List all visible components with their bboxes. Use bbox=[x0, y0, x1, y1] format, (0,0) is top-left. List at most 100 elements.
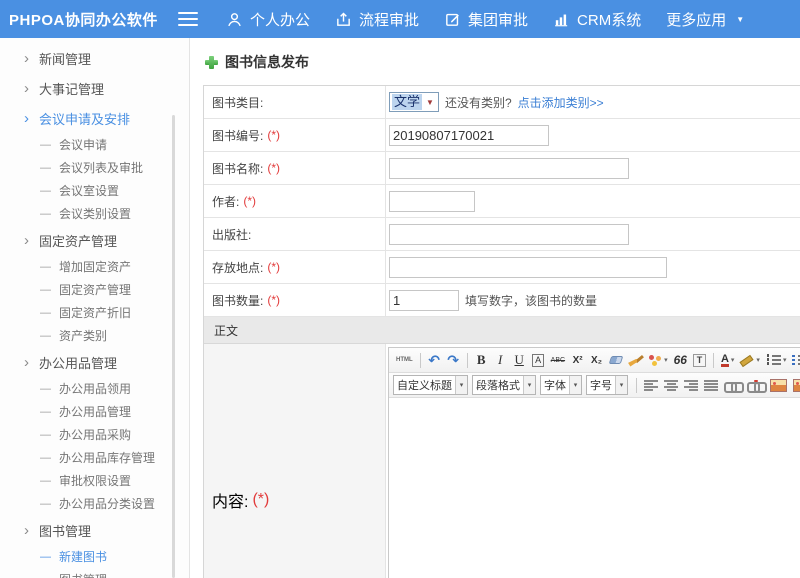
dash-icon: — bbox=[40, 139, 51, 151]
font-style-button[interactable]: A bbox=[530, 351, 547, 370]
nav-more-apps[interactable]: 更多应用 ▼ bbox=[662, 9, 748, 30]
dash-icon: — bbox=[40, 261, 51, 273]
book-name-input[interactable] bbox=[389, 158, 629, 179]
paint-format-button[interactable]: ▾ bbox=[646, 351, 670, 370]
author-input[interactable] bbox=[389, 191, 475, 212]
ordered-list-button[interactable]: ▾ bbox=[764, 351, 789, 370]
sidebar-item-label: 办公用品库存管理 bbox=[59, 449, 155, 466]
font-family-select[interactable]: 字体▾ bbox=[540, 375, 582, 395]
add-category-link[interactable]: 点击添加类别>> bbox=[518, 94, 604, 111]
form-row-location: 存放地点: (*) bbox=[204, 251, 800, 284]
sidebar-item[interactable]: ›会议申请及安排 bbox=[0, 103, 189, 133]
nav-process-approval[interactable]: 流程审批 bbox=[331, 9, 423, 30]
sidebar-item[interactable]: ›图书管理 bbox=[0, 515, 189, 545]
sidebar-item[interactable]: ›办公用品管理 bbox=[0, 347, 189, 377]
category-select[interactable]: 文学 ▼ bbox=[389, 92, 439, 112]
sidebar-menu: ›新闻管理›大事记管理›会议申请及安排—会议申请—会议列表及审批—会议室设置—会… bbox=[0, 43, 189, 578]
location-label: 存放地点: bbox=[212, 259, 263, 276]
bar-chart-icon bbox=[553, 11, 570, 28]
superscript-button[interactable]: X² bbox=[569, 351, 586, 370]
sidebar-item[interactable]: —会议类别设置 bbox=[0, 202, 189, 225]
font-size-select[interactable]: 字号▾ bbox=[586, 375, 628, 395]
sidebar-item[interactable]: ›大事记管理 bbox=[0, 73, 189, 103]
location-input[interactable] bbox=[389, 257, 667, 278]
sidebar-item[interactable]: —固定资产折旧 bbox=[0, 301, 189, 324]
required-mark: (*) bbox=[267, 128, 280, 142]
app-window: PHPOA协同办公软件 个人办公流程审批集团审批CRM系统更多应用▼ ›新闻管理… bbox=[0, 0, 800, 578]
strikethrough-button[interactable]: ABC bbox=[549, 351, 567, 370]
book-no-input[interactable] bbox=[389, 125, 549, 146]
redo-button[interactable]: ↷ bbox=[445, 351, 462, 370]
select-label: 自定义标题 bbox=[394, 377, 455, 393]
chevron-down-icon: ▼ bbox=[736, 15, 744, 24]
sidebar-item[interactable]: —图书管理 bbox=[0, 568, 189, 578]
insert-image-icon bbox=[793, 379, 800, 392]
toolbar-separator bbox=[713, 353, 714, 368]
sidebar-item[interactable]: —资产类别 bbox=[0, 324, 189, 347]
sidebar-item-label: 大事记管理 bbox=[39, 79, 104, 98]
clear-format-button[interactable] bbox=[626, 351, 644, 370]
sidebar-item-label: 审批权限设置 bbox=[59, 472, 131, 489]
paste-plain-button[interactable] bbox=[691, 351, 708, 370]
unlink-button[interactable] bbox=[745, 376, 766, 395]
sidebar-item[interactable]: —办公用品管理 bbox=[0, 400, 189, 423]
underline-button[interactable]: U bbox=[511, 351, 528, 370]
topbar-nav: 个人办公流程审批集团审批 CRM系统更多应用 ▼ bbox=[222, 9, 748, 30]
link-button[interactable] bbox=[722, 376, 743, 395]
dash-icon: — bbox=[40, 185, 51, 197]
sidebar-item-label: 图书管理 bbox=[39, 521, 91, 540]
publisher-label: 出版社: bbox=[212, 226, 251, 243]
italic-icon: I bbox=[498, 352, 502, 368]
quantity-input[interactable] bbox=[389, 290, 459, 311]
eraser-button[interactable] bbox=[607, 351, 624, 370]
sidebar-item[interactable]: —审批权限设置 bbox=[0, 469, 189, 492]
highlight-color-button[interactable]: ▾ bbox=[738, 351, 762, 370]
form-row-quantity: 图书数量: (*) 填写数字，该图书的数量 bbox=[204, 284, 800, 317]
content-label: 内容: bbox=[212, 488, 248, 512]
align-right-button[interactable] bbox=[682, 376, 700, 395]
subscript-button[interactable]: X₂ bbox=[588, 351, 605, 370]
sidebar-item[interactable]: —固定资产管理 bbox=[0, 278, 189, 301]
blockquote-button[interactable]: 66 bbox=[672, 351, 689, 370]
align-center-button[interactable] bbox=[662, 376, 680, 395]
nav-crm-system[interactable]: CRM系统 bbox=[549, 9, 645, 30]
book-form: 图书类目: 文学 ▼ 还没有类别? 点击添加类别>> 图书编号: (*) bbox=[203, 85, 800, 578]
bold-button[interactable]: B bbox=[473, 351, 490, 370]
paragraph-format-select[interactable]: 段落格式▾ bbox=[472, 375, 536, 395]
required-mark: (*) bbox=[267, 293, 280, 307]
hamburger-menu-icon[interactable] bbox=[178, 12, 198, 26]
redo-icon: ↷ bbox=[447, 353, 459, 367]
editor-toolbar-row1: HTML↶↷BIUAABCX²X₂▾66A▾▾▾▾ bbox=[389, 348, 800, 373]
sidebar-item[interactable]: —办公用品领用 bbox=[0, 377, 189, 400]
align-left-button[interactable] bbox=[642, 376, 660, 395]
font-color-button[interactable]: A▾ bbox=[719, 351, 736, 370]
nav-personal-office[interactable]: 个人办公 bbox=[222, 9, 314, 30]
sidebar-item[interactable]: —会议申请 bbox=[0, 133, 189, 156]
html-source-button[interactable]: HTML bbox=[394, 351, 415, 370]
sidebar-item[interactable]: —办公用品采购 bbox=[0, 423, 189, 446]
dash-icon: — bbox=[40, 551, 51, 563]
sidebar-item[interactable]: —新建图书 bbox=[0, 545, 189, 568]
toolbar-separator bbox=[636, 378, 637, 393]
sidebar-item[interactable]: —会议列表及审批 bbox=[0, 156, 189, 179]
sidebar-item[interactable]: ›固定资产管理 bbox=[0, 225, 189, 255]
unordered-list-button[interactable]: ▾ bbox=[790, 351, 800, 370]
custom-title-select[interactable]: 自定义标题▾ bbox=[393, 375, 468, 395]
italic-button[interactable]: I bbox=[492, 351, 509, 370]
nav-label: 更多应用 bbox=[666, 9, 726, 30]
undo-button[interactable]: ↶ bbox=[426, 351, 443, 370]
sidebar-item[interactable]: ›新闻管理 bbox=[0, 43, 189, 73]
sidebar-item[interactable]: —办公用品库存管理 bbox=[0, 446, 189, 469]
sidebar-scrollbar[interactable] bbox=[172, 115, 175, 578]
publisher-input[interactable] bbox=[389, 224, 629, 245]
sidebar-item[interactable]: —会议室设置 bbox=[0, 179, 189, 202]
form-row-author: 作者: (*) bbox=[204, 185, 800, 218]
image-button[interactable] bbox=[768, 376, 789, 395]
sidebar-item[interactable]: —增加固定资产 bbox=[0, 255, 189, 278]
nav-group-approval[interactable]: 集团审批 bbox=[440, 9, 532, 30]
insert-image-button[interactable] bbox=[791, 376, 800, 395]
dash-icon: — bbox=[40, 574, 51, 578]
editor-content-area[interactable] bbox=[389, 398, 800, 578]
justify-button[interactable] bbox=[702, 376, 720, 395]
sidebar-item[interactable]: —办公用品分类设置 bbox=[0, 492, 189, 515]
